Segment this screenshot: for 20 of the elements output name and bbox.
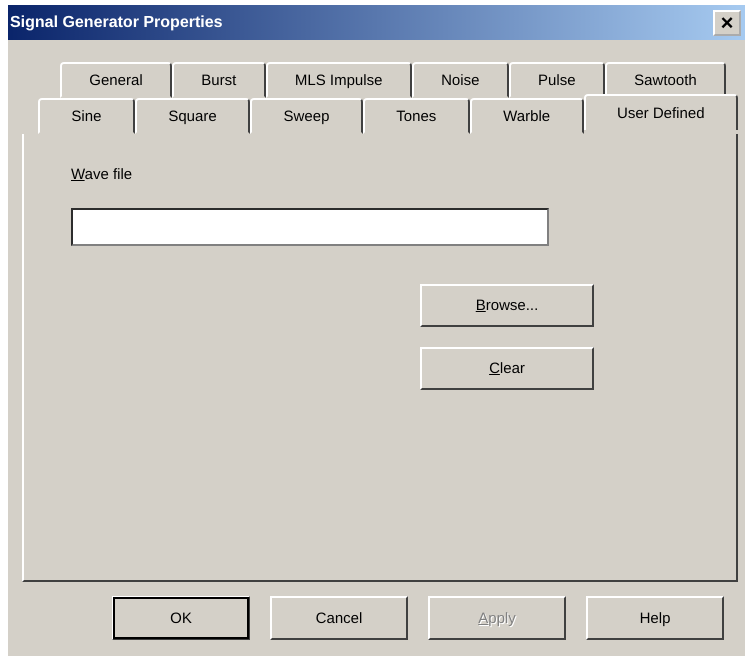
tab[interactable]: Square (134, 98, 250, 134)
dialog-button[interactable]: OK (112, 596, 250, 640)
wave-file-label: Wave file (71, 166, 134, 185)
panel-button[interactable]: Clear (420, 347, 594, 390)
panel-button[interactable]: Browse... (420, 284, 594, 327)
tab[interactable]: Tones (362, 98, 470, 134)
tab[interactable]: Burst (172, 62, 266, 98)
tab[interactable]: Sweep (250, 98, 363, 134)
tab[interactable]: General (60, 62, 172, 98)
tab[interactable]: Noise (412, 62, 509, 98)
close-button[interactable]: × (713, 10, 741, 36)
tab[interactable]: MLS Impulse (266, 62, 412, 98)
window-title: Signal Generator Properties (10, 14, 223, 32)
tab[interactable]: Sine (38, 98, 135, 134)
dialog-button[interactable]: Cancel (270, 596, 408, 640)
tab[interactable]: Warble (470, 98, 584, 134)
wave-file-field[interactable] (71, 208, 549, 246)
tab[interactable]: User Defined (584, 94, 738, 130)
tab[interactable]: Pulse (508, 62, 605, 98)
dialog-button[interactable]: Help (586, 596, 724, 640)
